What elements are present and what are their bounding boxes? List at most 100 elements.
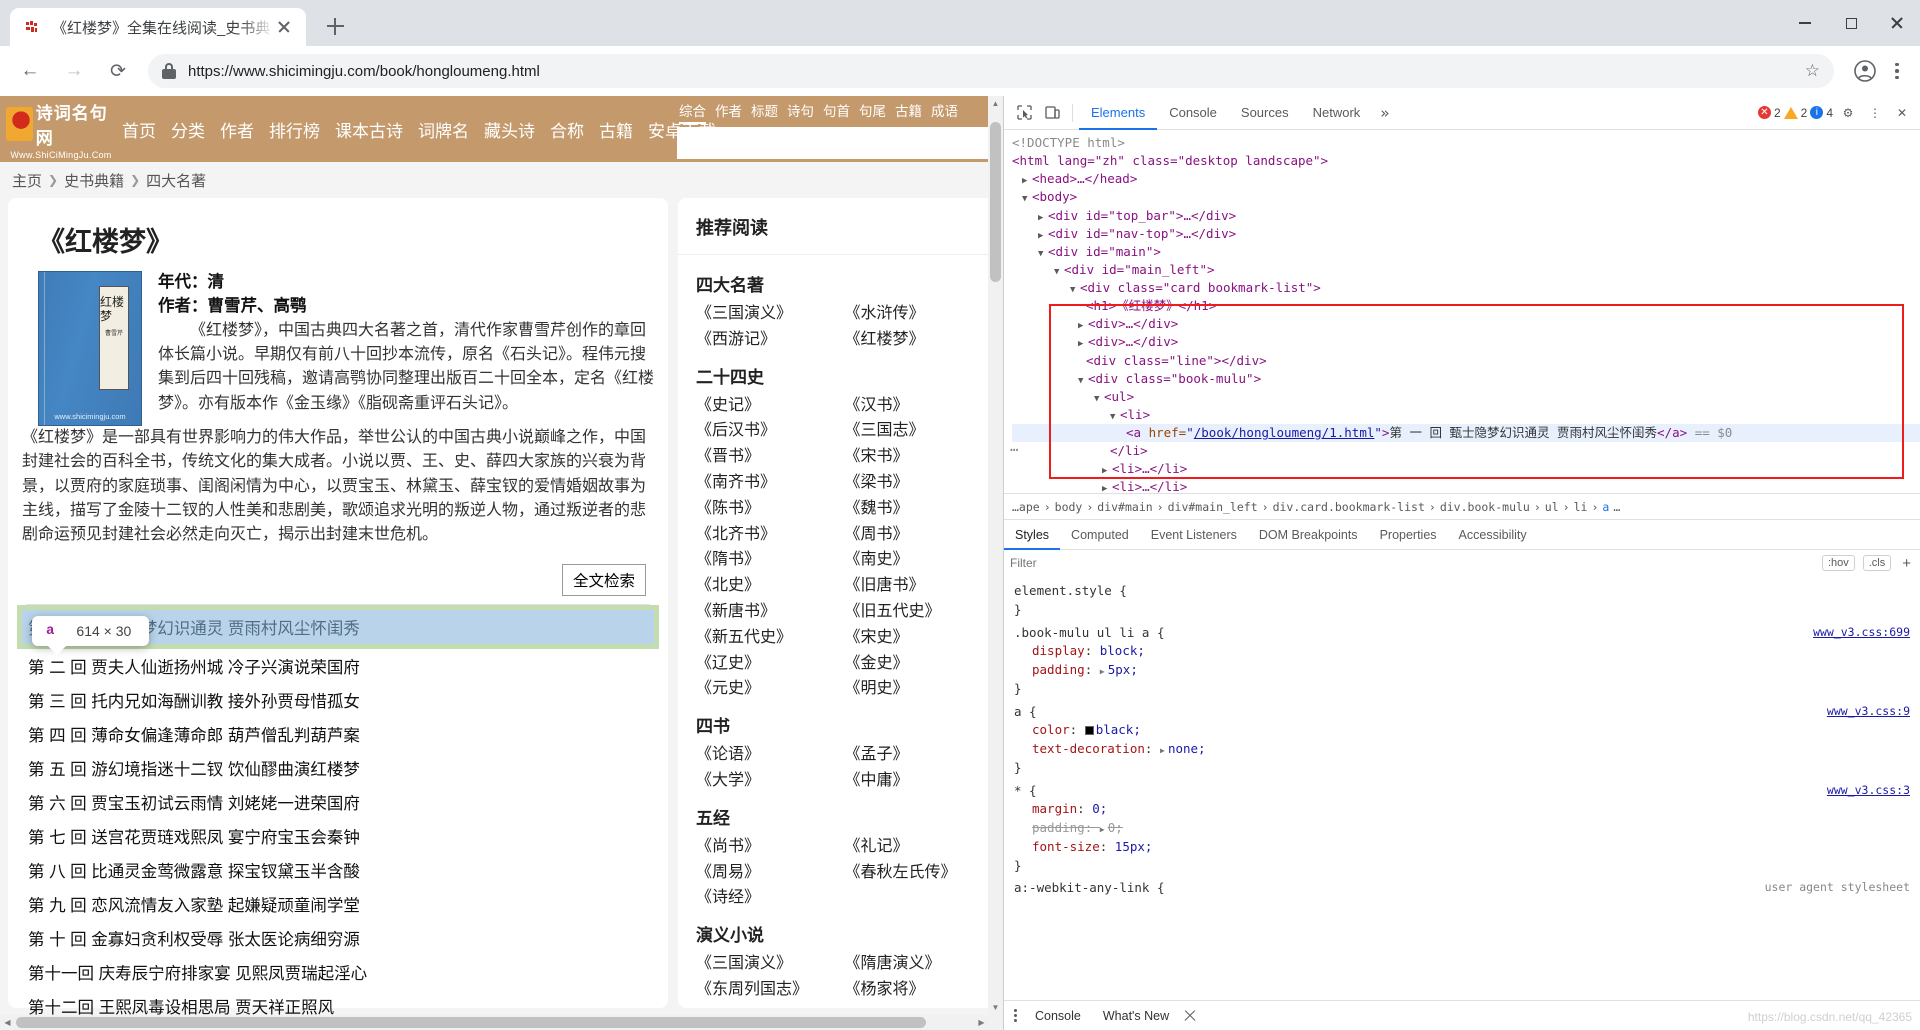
book-link[interactable]: 《南齐书》: [696, 471, 831, 496]
book-link[interactable]: 《北齐书》: [696, 523, 831, 548]
book-link[interactable]: 《南史》: [845, 548, 980, 573]
chapter-item-7[interactable]: 第 七 回 送宫花贾琏戏熙凤 宴宁府宝玉会秦钟: [22, 819, 654, 853]
book-link[interactable]: 《陈书》: [696, 497, 831, 522]
chapter-link[interactable]: 第十一回 庆寿辰宁府排家宴 见熙凤贾瑞起淫心: [22, 955, 654, 989]
subtab-computed[interactable]: Computed: [1060, 520, 1140, 550]
css-source-link[interactable]: www_v3.css:9: [1827, 703, 1910, 720]
scroll-left-icon[interactable]: ◀: [0, 1015, 15, 1030]
search-tab-chengyu[interactable]: 成语: [931, 100, 958, 124]
search-tab-shiju[interactable]: 诗句: [787, 100, 814, 124]
dom-row-ul[interactable]: ▼ <ul>: [1012, 388, 1920, 406]
chapter-link[interactable]: 第 三 回 托内兄如海酬训教 接外孙贾母惜孤女: [22, 683, 654, 717]
css-rule-anchor[interactable]: www_v3.css:9 a { color: black; text-deco…: [1010, 701, 1920, 780]
dom-tree[interactable]: <!DOCTYPE html> <html lang="zh" class="d…: [1004, 130, 1920, 493]
chapter-link[interactable]: 第 七 回 送宫花贾琏戏熙凤 宴宁府宝玉会秦钟: [22, 819, 654, 853]
search-tab-guji[interactable]: 古籍: [895, 100, 922, 124]
subtab-styles[interactable]: Styles: [1004, 520, 1061, 550]
close-tab-icon[interactable]: [274, 17, 294, 37]
chapter-link[interactable]: 第 六 回 贾宝玉初试云雨情 刘姥姥一进荣国府: [22, 785, 654, 819]
book-link[interactable]: 《中庸》: [845, 769, 980, 794]
book-link[interactable]: 《辽史》: [696, 652, 831, 677]
dom-row-li-collapsed[interactable]: ▶ <li>…</li>: [1012, 460, 1920, 478]
book-link[interactable]: 《礼记》: [845, 835, 980, 860]
nav-item-cangtoushi[interactable]: 藏头诗: [484, 117, 535, 142]
nav-item-kebengushi[interactable]: 课本古诗: [335, 117, 403, 142]
book-link[interactable]: 《东周列国志》: [696, 978, 831, 1003]
css-source-link[interactable]: www_v3.css:3: [1827, 782, 1910, 799]
profile-avatar-icon[interactable]: [1848, 54, 1882, 88]
book-link[interactable]: 《晋书》: [696, 445, 831, 470]
book-link[interactable]: 《杨家将》: [845, 978, 980, 1003]
css-declaration[interactable]: color: black;: [1014, 721, 1920, 740]
dom-row-div1[interactable]: ▶ <div>…</div>: [1012, 315, 1920, 333]
info-badge[interactable]: i4: [1810, 106, 1833, 120]
page-vertical-scrollbar[interactable]: ▲ ▼: [988, 96, 1003, 1030]
chapter-link[interactable]: 第 二 回 贾夫人仙逝扬州城 冷子兴演说荣国府: [22, 649, 654, 683]
tab-elements[interactable]: Elements: [1079, 96, 1158, 130]
nav-item-zuozhe[interactable]: 作者: [220, 117, 254, 142]
book-link[interactable]: 《宋史》: [845, 626, 980, 651]
dom-row-card[interactable]: ▼ <div class="card bookmark-list">: [1012, 279, 1920, 297]
styles-filter-input[interactable]: [1010, 556, 1814, 570]
nav-item-fenlei[interactable]: 分类: [171, 117, 205, 142]
chapter-item-10[interactable]: 第 十 回 金寡妇贪利权受辱 张太医论病细穷源: [22, 921, 654, 955]
dom-row-main[interactable]: ▼ <div id="main">: [1012, 243, 1920, 261]
book-link[interactable]: 《三国志》: [845, 419, 980, 444]
crumb-main[interactable]: div#main: [1097, 500, 1152, 514]
warning-badge[interactable]: 2: [1783, 106, 1807, 120]
dom-row-html[interactable]: <html lang="zh" class="desktop landscape…: [1012, 152, 1920, 170]
dom-row-head[interactable]: ▶ <head>…</head>: [1012, 170, 1920, 188]
tab-network[interactable]: Network: [1301, 96, 1373, 130]
book-link[interactable]: 《隋书》: [696, 548, 831, 573]
color-swatch-icon[interactable]: [1084, 726, 1094, 736]
book-link[interactable]: 《汉书》: [845, 394, 980, 419]
chapter-item-8[interactable]: 第 八 回 比通灵金莺微露意 探宝钗黛玉半含酸: [22, 853, 654, 887]
book-link[interactable]: 《新唐书》: [696, 600, 831, 625]
back-icon[interactable]: ←: [13, 54, 47, 88]
dom-row-navtop[interactable]: ▶ <div id="nav-top">…</div>: [1012, 225, 1920, 243]
search-tab-zonghe[interactable]: 综合: [679, 100, 706, 124]
subtab-accessibility[interactable]: Accessibility: [1448, 520, 1538, 550]
book-link[interactable]: 《宋书》: [845, 445, 980, 470]
css-rule-universal[interactable]: www_v3.css:3 * { margin: 0; padding: ▶ 0;…: [1010, 780, 1920, 878]
book-link[interactable]: 《尚书》: [696, 835, 831, 860]
search-input[interactable]: [677, 127, 995, 159]
book-link[interactable]: 《隋唐演义》: [845, 952, 980, 977]
devtools-menu-icon[interactable]: ⋮: [1863, 101, 1887, 125]
expand-triangle-icon[interactable]: ▶: [1100, 824, 1108, 836]
book-link[interactable]: 《梁书》: [845, 471, 980, 496]
book-link[interactable]: 《红楼梦》: [845, 328, 980, 353]
book-link[interactable]: 《明史》: [845, 677, 980, 702]
minimize-button[interactable]: [1782, 0, 1828, 46]
css-declaration[interactable]: text-decoration: ▶ none;: [1014, 740, 1920, 759]
nav-item-hecheng[interactable]: 合称: [550, 117, 584, 142]
book-link[interactable]: 《旧唐书》: [845, 574, 980, 599]
book-link[interactable]: 《元史》: [696, 677, 831, 702]
subtab-properties[interactable]: Properties: [1369, 520, 1448, 550]
inspect-element-icon[interactable]: [1010, 99, 1038, 127]
dom-row-line[interactable]: <div class="line"></div>: [1012, 352, 1920, 370]
chapter-item-11[interactable]: 第十一回 庆寿辰宁府排家宴 见熙凤贾瑞起淫心: [22, 955, 654, 989]
crumb-ul[interactable]: ul: [1545, 500, 1559, 514]
vertical-scroll-thumb[interactable]: [990, 122, 1001, 282]
drawer-tab-whats-new[interactable]: What's New: [1095, 1009, 1177, 1023]
css-declaration[interactable]: margin: 0;: [1014, 800, 1920, 819]
cls-chip-button[interactable]: .cls: [1862, 555, 1892, 571]
tab-console[interactable]: Console: [1157, 96, 1229, 130]
settings-gear-icon[interactable]: ⚙: [1836, 101, 1860, 125]
horizontal-scroll-thumb[interactable]: [16, 1017, 926, 1028]
close-window-button[interactable]: [1874, 0, 1920, 46]
new-tab-button[interactable]: [318, 9, 352, 43]
book-link[interactable]: 《旧五代史》: [845, 600, 980, 625]
devtools-close-icon[interactable]: ✕: [1890, 101, 1914, 125]
browser-tab[interactable]: 《红楼梦》全集在线阅读_史书典: [10, 8, 306, 46]
subtab-dom-breakpoints[interactable]: DOM Breakpoints: [1248, 520, 1369, 550]
dom-row-li-collapsed-2[interactable]: ▶ <li>…</li>: [1012, 478, 1920, 493]
dom-row-h1[interactable]: <h1>《红楼梦》</h1>: [1012, 297, 1920, 315]
css-declaration[interactable]: font-size: 15px;: [1014, 838, 1920, 857]
book-link[interactable]: 《西游记》: [696, 328, 831, 353]
book-link[interactable]: 《大学》: [696, 769, 831, 794]
forward-icon[interactable]: →: [57, 54, 91, 88]
chapter-item-9[interactable]: 第 九 回 恋风流情友入家塾 起嫌疑顽童闹学堂: [22, 887, 654, 921]
drawer-tab-console[interactable]: Console: [1027, 1009, 1089, 1023]
